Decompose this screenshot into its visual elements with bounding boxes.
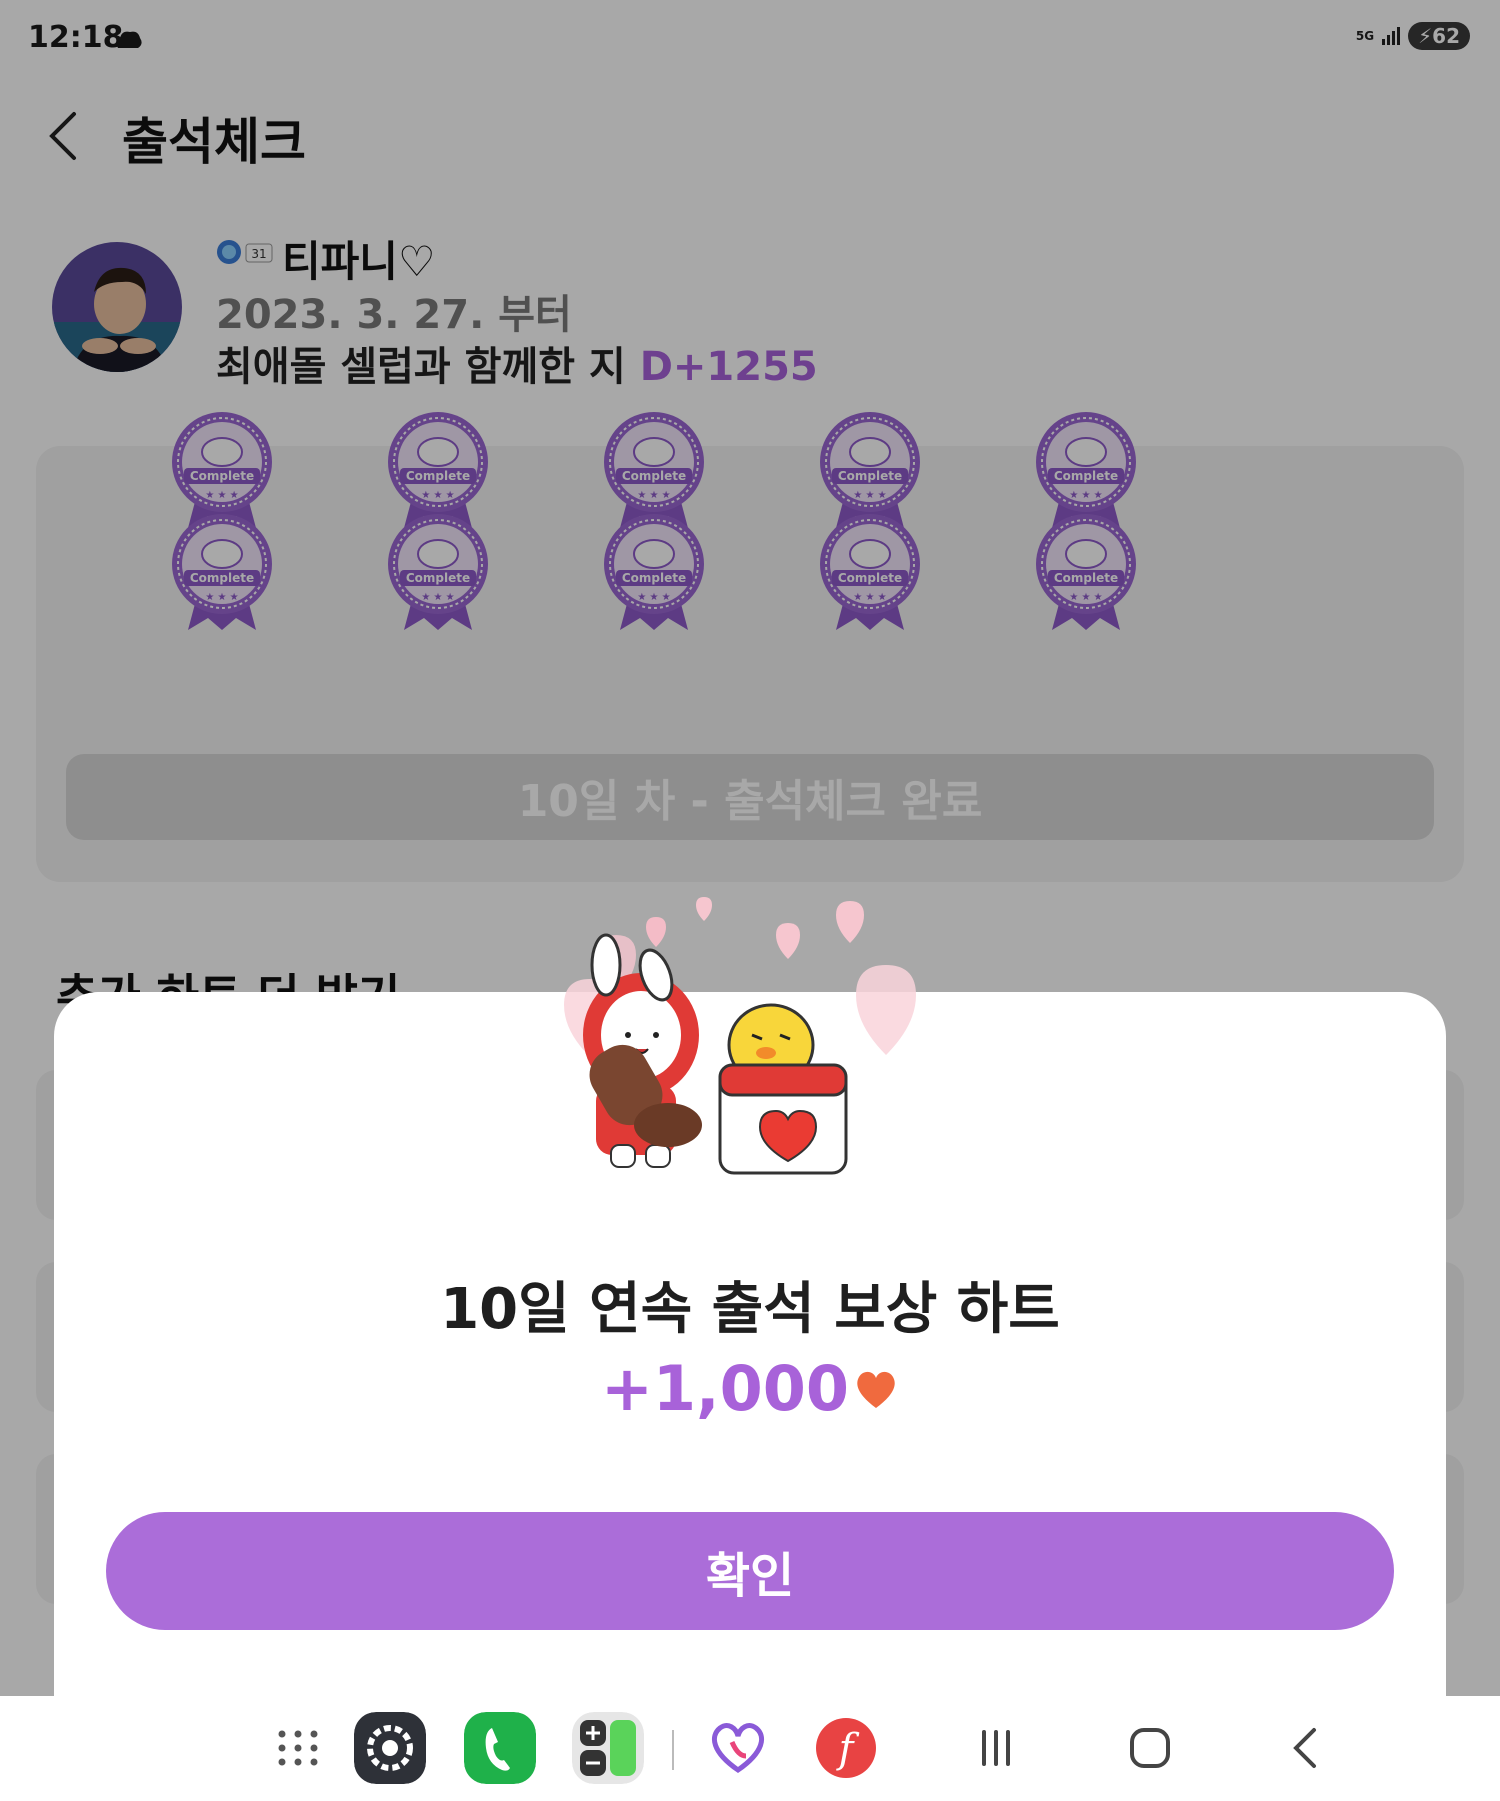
reward-amount-line: +1,000 bbox=[0, 1352, 1500, 1425]
calculator-icon[interactable] bbox=[572, 1712, 644, 1784]
f-app-icon[interactable]: f bbox=[810, 1712, 882, 1784]
home-icon[interactable] bbox=[1120, 1722, 1180, 1774]
heart-app-icon[interactable] bbox=[702, 1712, 774, 1784]
reward-illustration bbox=[564, 897, 916, 1175]
dock-divider bbox=[672, 1730, 674, 1770]
confirm-button[interactable]: 확인 bbox=[106, 1512, 1394, 1630]
phone-icon[interactable] bbox=[464, 1712, 536, 1784]
reward-title: 10일 연속 출석 보상 하트 bbox=[440, 1277, 1060, 1342]
navigation-bar: f bbox=[0, 1696, 1500, 1801]
reward-amount: +1,000 bbox=[600, 1352, 850, 1425]
heart-icon bbox=[857, 1371, 895, 1408]
apps-grid-icon[interactable] bbox=[262, 1712, 334, 1784]
back-icon[interactable] bbox=[1276, 1722, 1336, 1774]
recent-apps-icon[interactable] bbox=[966, 1722, 1026, 1774]
settings-icon[interactable] bbox=[354, 1712, 426, 1784]
